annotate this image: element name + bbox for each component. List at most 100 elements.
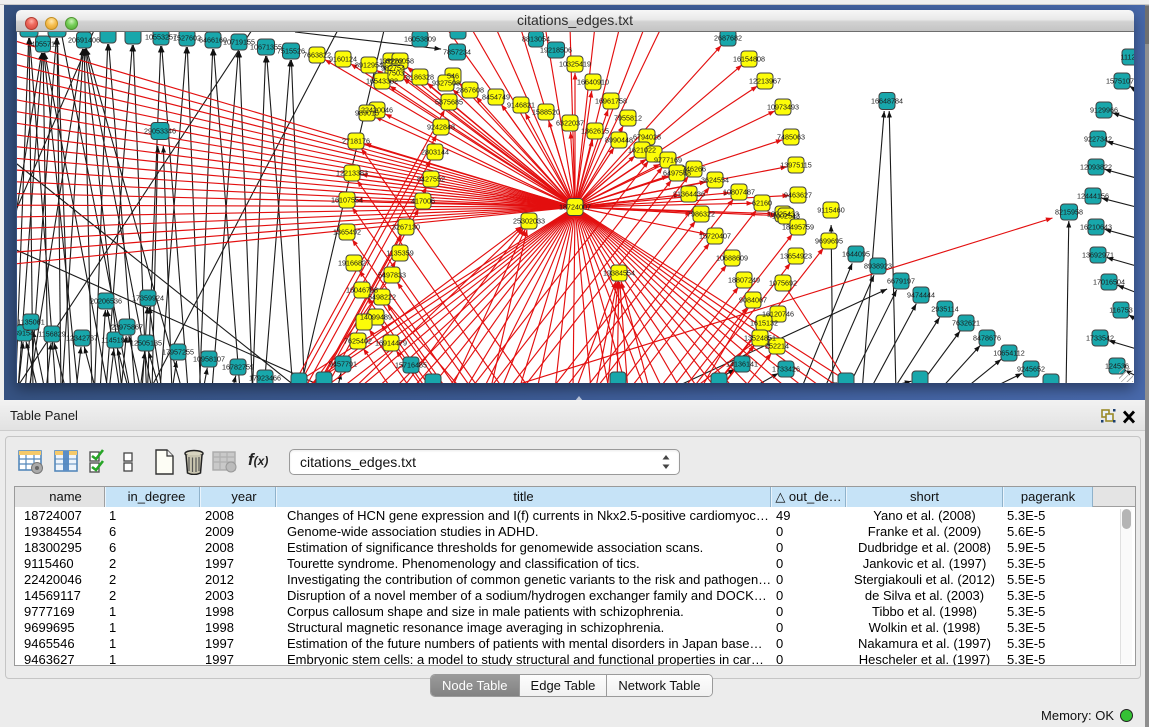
svg-text:19166827: 19166827 <box>338 259 370 268</box>
svg-text:17957255: 17957255 <box>162 348 194 357</box>
svg-text:18724007: 18724007 <box>559 203 591 212</box>
svg-text:10973493: 10973493 <box>767 103 799 112</box>
svg-text:989015: 989015 <box>355 109 379 118</box>
svg-text:9115460: 9115460 <box>817 206 844 215</box>
svg-text:7955812: 7955812 <box>614 114 642 123</box>
svg-text:116753: 116753 <box>1109 306 1132 315</box>
svg-text:7485063: 7485063 <box>777 133 805 142</box>
svg-text:1365492: 1365492 <box>333 228 361 237</box>
svg-text:8990448: 8990448 <box>605 136 633 145</box>
svg-text:5498222: 5498222 <box>368 293 396 302</box>
svg-text:12444156: 12444156 <box>1077 192 1109 201</box>
svg-text:7986322: 7986322 <box>687 210 715 219</box>
svg-text:20206536: 20206536 <box>90 297 122 306</box>
svg-text:8427552: 8427552 <box>417 175 445 184</box>
svg-text:17923466: 17923466 <box>249 374 281 383</box>
svg-text:16782759: 16782759 <box>222 363 254 372</box>
svg-text:1156829: 1156829 <box>38 330 65 339</box>
svg-text:62160: 62160 <box>752 199 772 208</box>
svg-text:8215958: 8215958 <box>1055 208 1083 217</box>
svg-text:1075692: 1075692 <box>769 279 797 288</box>
svg-text:417006: 417006 <box>411 197 435 206</box>
svg-text:10807487: 10807487 <box>723 188 755 197</box>
svg-text:3226058: 3226058 <box>386 57 414 66</box>
svg-text:39154: 39154 <box>17 329 34 338</box>
svg-text:23975867: 23975867 <box>111 323 143 332</box>
svg-text:10958107: 10958107 <box>193 355 225 364</box>
svg-text:12093822: 12093822 <box>1080 163 1112 172</box>
svg-text:10688609: 10688609 <box>716 254 748 263</box>
svg-text:1527602: 1527602 <box>173 34 201 43</box>
svg-text:2687682: 2687682 <box>714 34 742 43</box>
svg-text:13654923: 13654923 <box>780 252 812 261</box>
svg-text:16120746: 16120746 <box>762 310 794 319</box>
svg-text:9227342: 9227342 <box>1084 135 1112 144</box>
svg-text:7625402: 7625402 <box>344 337 372 346</box>
svg-text:9457791: 9457791 <box>329 360 357 369</box>
svg-text:7503: 7503 <box>388 69 404 78</box>
svg-text:9245652: 9245652 <box>1017 365 1045 374</box>
svg-text:1135359: 1135359 <box>386 249 413 258</box>
svg-text:1145194: 1145194 <box>101 336 128 345</box>
svg-text:13975115: 13975115 <box>780 161 811 170</box>
svg-text:16640910: 16640910 <box>577 78 609 87</box>
svg-text:8478676: 8478676 <box>973 334 1001 343</box>
svg-text:16107554: 16107554 <box>331 196 363 205</box>
svg-text:25302033: 25302033 <box>513 217 545 226</box>
svg-text:7663822: 7663822 <box>303 51 331 60</box>
svg-text:1135061: 1135061 <box>17 318 44 327</box>
svg-text:8938923: 8938923 <box>864 262 892 271</box>
svg-text:2718176: 2718176 <box>342 137 370 146</box>
svg-text:1588520: 1588520 <box>532 108 560 117</box>
svg-text:18807249: 18807249 <box>728 276 760 285</box>
svg-text:1644095: 1644095 <box>842 250 870 259</box>
svg-text:8813054: 8813054 <box>522 35 550 44</box>
svg-text:1362615: 1362615 <box>581 127 609 136</box>
svg-text:9242848: 9242848 <box>427 123 455 132</box>
svg-text:2867608: 2867608 <box>456 86 484 95</box>
svg-text:6322037: 6322037 <box>556 119 584 128</box>
svg-text:16961758: 16961758 <box>595 97 627 106</box>
svg-text:12213383: 12213383 <box>336 169 368 178</box>
svg-text:7632621: 7632621 <box>952 319 980 328</box>
svg-text:7857234: 7857234 <box>443 48 471 57</box>
svg-text:2935114: 2935114 <box>931 305 958 314</box>
svg-text:9699695: 9699695 <box>815 237 843 246</box>
svg-text:1002543: 1002543 <box>772 212 800 221</box>
svg-text:29053346: 29053346 <box>144 127 176 136</box>
svg-text:17016504: 17016504 <box>1093 278 1125 287</box>
svg-text:1621022: 1621022 <box>628 146 656 155</box>
svg-text:18495759: 18495759 <box>782 223 814 232</box>
svg-text:16053809: 16053809 <box>404 35 436 44</box>
svg-text:16914479: 16914479 <box>375 339 407 348</box>
svg-text:1615132: 1615132 <box>750 319 778 328</box>
svg-text:15720407: 15720407 <box>699 232 731 241</box>
svg-text:3267130: 3267130 <box>392 223 420 232</box>
svg-text:3624554: 3624554 <box>701 176 729 185</box>
svg-text:9084067: 9084067 <box>739 296 767 305</box>
svg-text:9146821: 9146821 <box>507 101 535 110</box>
svg-text:16154808: 16154808 <box>733 55 765 64</box>
svg-text:14055712: 14055712 <box>27 40 59 49</box>
svg-text:9777169: 9777169 <box>654 156 682 165</box>
svg-text:15716485: 15716485 <box>395 361 427 370</box>
svg-text:14099489: 14099489 <box>360 313 392 322</box>
svg-text:10654112: 10654112 <box>993 349 1024 358</box>
svg-text:5875685: 5875685 <box>435 98 463 107</box>
svg-text:12213967: 12213967 <box>749 77 781 86</box>
svg-text:19384554: 19384554 <box>603 269 635 278</box>
svg-text:20691406: 20691406 <box>68 36 100 45</box>
svg-text:12505135: 12505135 <box>130 339 162 348</box>
svg-text:8454749: 8454749 <box>482 93 510 102</box>
svg-text:9160124: 9160124 <box>329 55 357 64</box>
svg-text:19218506: 19218506 <box>540 46 572 55</box>
svg-text:2803144: 2803144 <box>421 148 449 157</box>
svg-text:9463627: 9463627 <box>784 191 812 200</box>
svg-text:12342737: 12342737 <box>66 334 98 343</box>
svg-text:252214: 252214 <box>765 342 789 351</box>
svg-text:16210643: 16210643 <box>1080 223 1112 232</box>
svg-text:11123: 11123 <box>1121 53 1134 62</box>
svg-text:9129966: 9129966 <box>1090 106 1118 115</box>
svg-text:7515526: 7515526 <box>277 47 305 56</box>
svg-text:17359924: 17359924 <box>132 294 164 303</box>
